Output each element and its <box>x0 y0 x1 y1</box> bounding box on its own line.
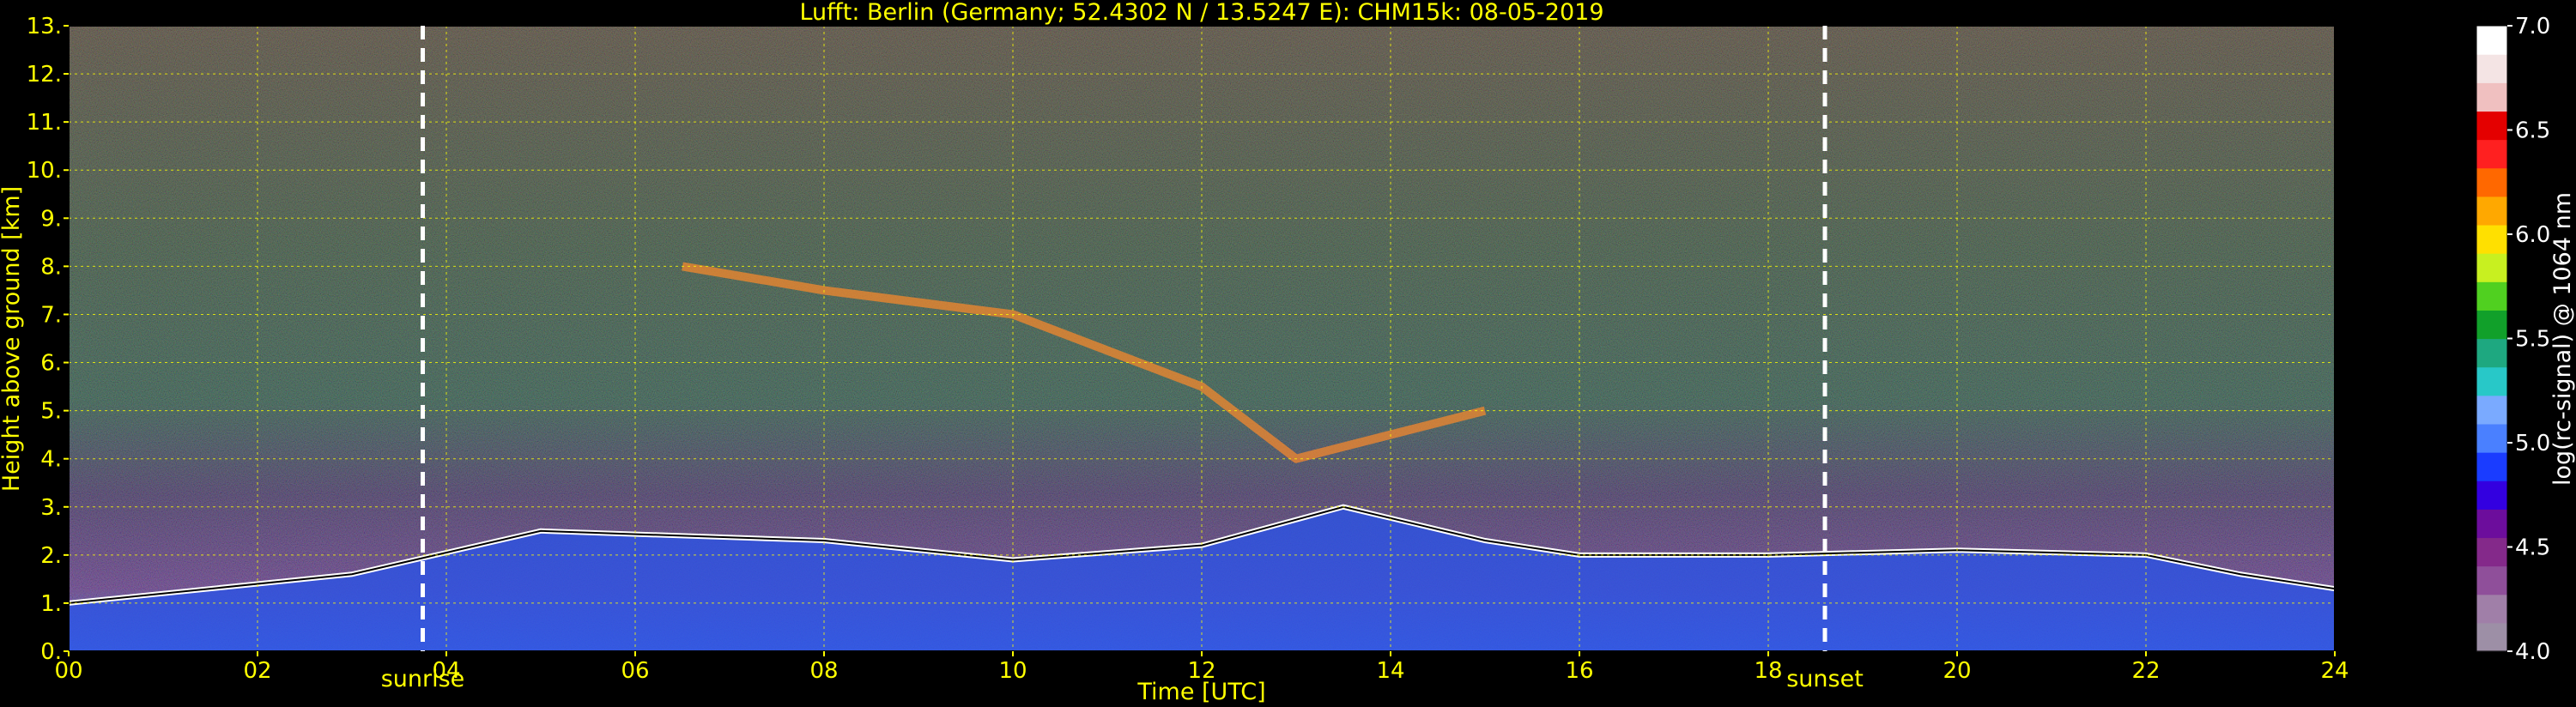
colorbar-segment <box>2476 26 2507 55</box>
y-tick-label: 8. <box>40 254 62 280</box>
x-tick-label: 06 <box>621 658 649 684</box>
lidar-figure: Lufft: Berlin (Germany; 52.4302 N / 13.5… <box>0 0 2576 707</box>
colorbar-segment <box>2476 452 2507 481</box>
y-tick-label: 4. <box>40 447 62 473</box>
colorbar-tick-label: 5.0 <box>2515 431 2550 456</box>
colorbar-segment <box>2476 622 2507 652</box>
y-tick-label: 10. <box>27 158 62 184</box>
x-tick-label: 04 <box>432 658 460 684</box>
x-axis-label: Time [UTC] <box>1136 679 1265 705</box>
colorbar-segment <box>2476 366 2507 396</box>
y-tick-label: 3. <box>40 495 62 521</box>
y-tick-label: 7. <box>40 302 62 328</box>
colorbar-segment <box>2476 537 2507 567</box>
y-axis-label: Height above ground [km] <box>0 186 25 492</box>
y-tick-label: 13. <box>27 14 62 39</box>
colorbar-segment <box>2476 167 2507 197</box>
chart-title: Lufft: Berlin (Germany; 52.4302 N / 13.5… <box>799 0 1603 26</box>
colorbar-segment <box>2476 196 2507 226</box>
y-tick-label: 12. <box>27 62 62 88</box>
x-tick-label: 10 <box>998 658 1027 684</box>
colorbar-segment <box>2476 281 2507 311</box>
colorbar-tick-label: 4.5 <box>2515 535 2550 561</box>
colorbar-tick-label: 6.5 <box>2515 118 2550 144</box>
x-tick-label: 08 <box>809 658 838 684</box>
y-tick-label: 0. <box>40 639 62 665</box>
plot-area: sunrise sunset 00 02 04 06 08 10 12 14 16 18 20 22 24… <box>27 14 2349 692</box>
colorbar-tick-label: 4.0 <box>2515 639 2550 665</box>
colorbar-segment <box>2476 111 2507 141</box>
x-tick-label: 22 <box>2131 658 2160 684</box>
x-tick-label: 14 <box>1376 658 1404 684</box>
y-tick-label: 9. <box>40 206 62 232</box>
colorbar-segment <box>2476 224 2507 254</box>
colorbar-segment <box>2476 395 2507 425</box>
colorbar-segment <box>2476 139 2507 169</box>
y-tick-label: 6. <box>40 351 62 377</box>
x-tick-label: 24 <box>2320 658 2349 684</box>
sunset-label: sunset <box>1786 666 1864 692</box>
colorbar-segment <box>2476 509 2507 539</box>
y-tick-label: 1. <box>40 591 62 617</box>
x-tick-label: 18 <box>1754 658 1782 684</box>
x-tick-label: 02 <box>243 658 271 684</box>
colorbar-tick-label: 6.0 <box>2515 222 2550 248</box>
x-tick-label: 20 <box>1943 658 1971 684</box>
colorbar-segment <box>2476 423 2507 453</box>
colorbar-segment <box>2476 594 2507 624</box>
colorbar-segment <box>2476 310 2507 340</box>
colorbar-segment <box>2476 54 2507 83</box>
y-tick-label: 5. <box>40 399 62 425</box>
colorbar-segment <box>2476 338 2507 368</box>
y-tick-label: 11. <box>27 110 62 136</box>
colorbar-segment <box>2476 480 2507 510</box>
colorbar-segment <box>2476 82 2507 112</box>
colorbar-tick-label: 5.5 <box>2515 327 2550 353</box>
colorbar-tick-label: 7.0 <box>2515 14 2550 39</box>
x-tick-label: 16 <box>1565 658 1593 684</box>
colorbar-label: log(rc-signal) @ 1064 nm <box>2549 192 2576 486</box>
y-tick-label: 2. <box>40 543 62 569</box>
colorbar-segment <box>2476 565 2507 595</box>
colorbar-segment <box>2476 253 2507 282</box>
